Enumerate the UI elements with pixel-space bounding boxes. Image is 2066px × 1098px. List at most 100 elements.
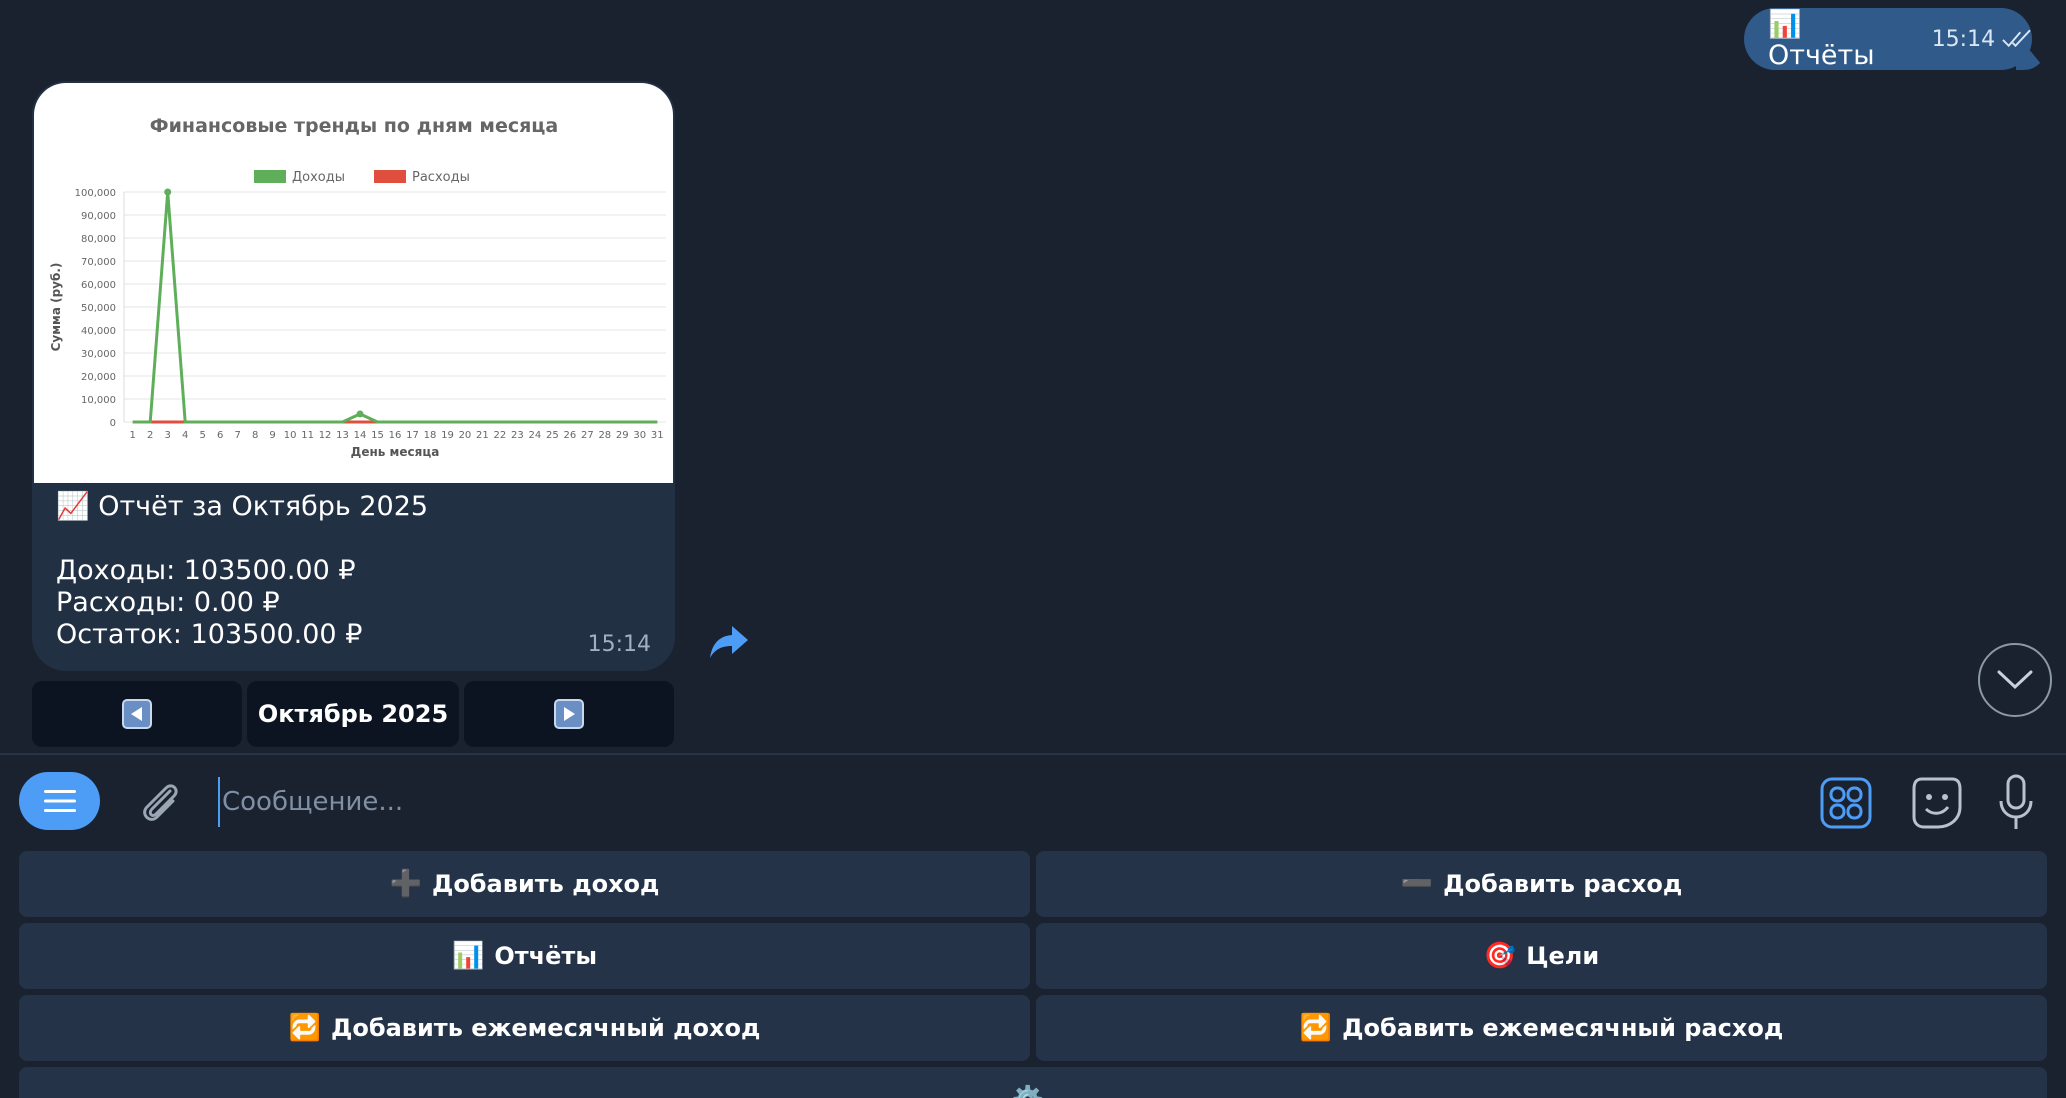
y-tick-label: 60,000 (81, 280, 116, 291)
x-tick-label: 25 (546, 430, 559, 441)
x-axis-label: День месяца (351, 445, 440, 459)
bot-commands-icon[interactable] (1820, 777, 1872, 829)
chart-title: Финансовые тренды по дням месяца (150, 115, 558, 137)
outgoing-message-time: 15:14 (1931, 26, 1996, 52)
reports-label: Отчёты (494, 942, 598, 970)
double-check-icon (2002, 29, 2031, 48)
data-point (164, 188, 172, 196)
bar-chart-icon: 📊 (451, 941, 485, 971)
sticker-icon[interactable] (1910, 775, 1964, 831)
repeat-icon: 🔁 (1299, 1013, 1333, 1043)
x-tick-label: 14 (354, 430, 367, 441)
right-arrow-icon (554, 699, 584, 729)
data-point (356, 410, 364, 418)
add-expense-label: Добавить расход (1443, 870, 1683, 898)
forward-icon[interactable] (708, 624, 750, 660)
report-title: 📈 Отчёт за Октябрь 2025 (56, 491, 429, 522)
y-axis-label: Сумма (руб.) (49, 263, 63, 352)
legend-swatch-1 (374, 170, 406, 183)
y-tick-label: 30,000 (81, 349, 116, 360)
target-icon: 🎯 (1483, 941, 1517, 971)
x-tick-label: 18 (424, 430, 437, 441)
x-tick-label: 22 (494, 430, 507, 441)
x-tick-label: 19 (441, 430, 454, 441)
report-message-time: 15:14 (587, 632, 651, 657)
add-monthly-expense-label: Добавить ежемесячный расход (1342, 1014, 1784, 1042)
x-tick-label: 12 (319, 430, 332, 441)
scroll-down-button[interactable] (1978, 643, 2052, 717)
outgoing-message-text: 📊 Отчёты (1768, 8, 1875, 71)
legend-label-0: Доходы (292, 170, 345, 185)
x-tick-label: 4 (182, 430, 188, 441)
y-tick-label: 70,000 (81, 257, 116, 268)
x-tick-label: 31 (651, 430, 664, 441)
settings-button[interactable]: ⚙️ (19, 1067, 2047, 1098)
add-monthly-expense-button[interactable]: 🔁 Добавить ежемесячный расход (1036, 995, 2047, 1061)
x-tick-label: 21 (476, 430, 489, 441)
plus-icon: ➕ (389, 869, 422, 899)
left-arrow-icon (122, 699, 152, 729)
chevron-down-icon (1997, 670, 2033, 690)
x-tick-label: 3 (165, 430, 171, 441)
goals-label: Цели (1526, 942, 1600, 970)
x-tick-label: 20 (459, 430, 472, 441)
reports-button[interactable]: 📊 Отчёты (19, 923, 1030, 989)
gear-icon: ⚙️ (1012, 1085, 1044, 1098)
microphone-icon[interactable] (1996, 773, 2036, 833)
report-income: Доходы: 103500.00 ₽ (56, 555, 356, 586)
repeat-icon: 🔁 (288, 1013, 321, 1043)
x-tick-label: 26 (563, 430, 576, 441)
legend-label-1: Расходы (412, 170, 470, 185)
x-tick-label: 10 (284, 430, 297, 441)
x-tick-label: 6 (217, 430, 223, 441)
x-tick-label: 8 (252, 430, 258, 441)
x-tick-label: 28 (598, 430, 611, 441)
message-composer (0, 755, 2066, 850)
next-month-button[interactable] (464, 681, 674, 747)
paperclip-icon[interactable] (136, 777, 184, 829)
x-tick-label: 27 (581, 430, 594, 441)
reply-keyboard: ➕ Добавить доход ➖ Добавить расход 📊 Отч… (19, 851, 2047, 1098)
menu-button[interactable] (19, 772, 100, 830)
hamburger-icon (43, 790, 76, 812)
report-caption: 📈 Отчёт за Октябрь 2025 Доходы: 103500.0… (56, 491, 651, 651)
x-tick-label: 9 (269, 430, 275, 441)
x-tick-label: 30 (633, 430, 646, 441)
x-tick-label: 16 (389, 430, 402, 441)
outgoing-message[interactable]: 📊 Отчёты 15:14 (1744, 8, 2046, 71)
x-tick-label: 2 (147, 430, 153, 441)
chart-image[interactable]: Финансовые тренды по дням месяца Доходы Ра… (34, 83, 673, 483)
y-tick-label: 80,000 (81, 234, 116, 245)
y-tick-label: 90,000 (81, 211, 116, 222)
current-month-button[interactable]: Октябрь 2025 (247, 681, 459, 747)
y-tick-label: 100,000 (75, 188, 116, 199)
add-income-label: Добавить доход (431, 870, 660, 898)
report-message[interactable]: Финансовые тренды по дням месяца Доходы Ра… (32, 81, 675, 671)
message-input[interactable] (218, 777, 1718, 827)
x-tick-label: 29 (616, 430, 629, 441)
add-monthly-income-button[interactable]: 🔁 Добавить ежемесячный доход (19, 995, 1030, 1061)
x-tick-label: 11 (301, 430, 314, 441)
report-balance: Остаток: 103500.00 ₽ (56, 619, 363, 650)
y-tick-label: 40,000 (81, 326, 116, 337)
bubble-tail (2016, 48, 2046, 70)
legend-swatch-0 (254, 170, 286, 183)
goals-button[interactable]: 🎯 Цели (1036, 923, 2047, 989)
y-tick-label: 50,000 (81, 303, 116, 314)
add-monthly-income-label: Добавить ежемесячный доход (330, 1014, 761, 1042)
add-expense-button[interactable]: ➖ Добавить расход (1036, 851, 2047, 917)
trend-chart: Финансовые тренды по дням месяца Доходы Ра… (49, 115, 666, 459)
report-expense: Расходы: 0.00 ₽ (56, 587, 280, 618)
minus-icon: ➖ (1400, 869, 1434, 899)
prev-month-button[interactable] (32, 681, 242, 747)
x-tick-label: 5 (199, 430, 205, 441)
x-tick-label: 23 (511, 430, 524, 441)
x-tick-label: 24 (529, 430, 542, 441)
x-tick-label: 17 (406, 430, 419, 441)
x-tick-label: 13 (336, 430, 349, 441)
x-tick-label: 7 (234, 430, 240, 441)
y-tick-label: 0 (110, 418, 116, 429)
inline-keyboard: Октябрь 2025 (32, 681, 675, 747)
add-income-button[interactable]: ➕ Добавить доход (19, 851, 1030, 917)
y-tick-label: 10,000 (81, 395, 116, 406)
